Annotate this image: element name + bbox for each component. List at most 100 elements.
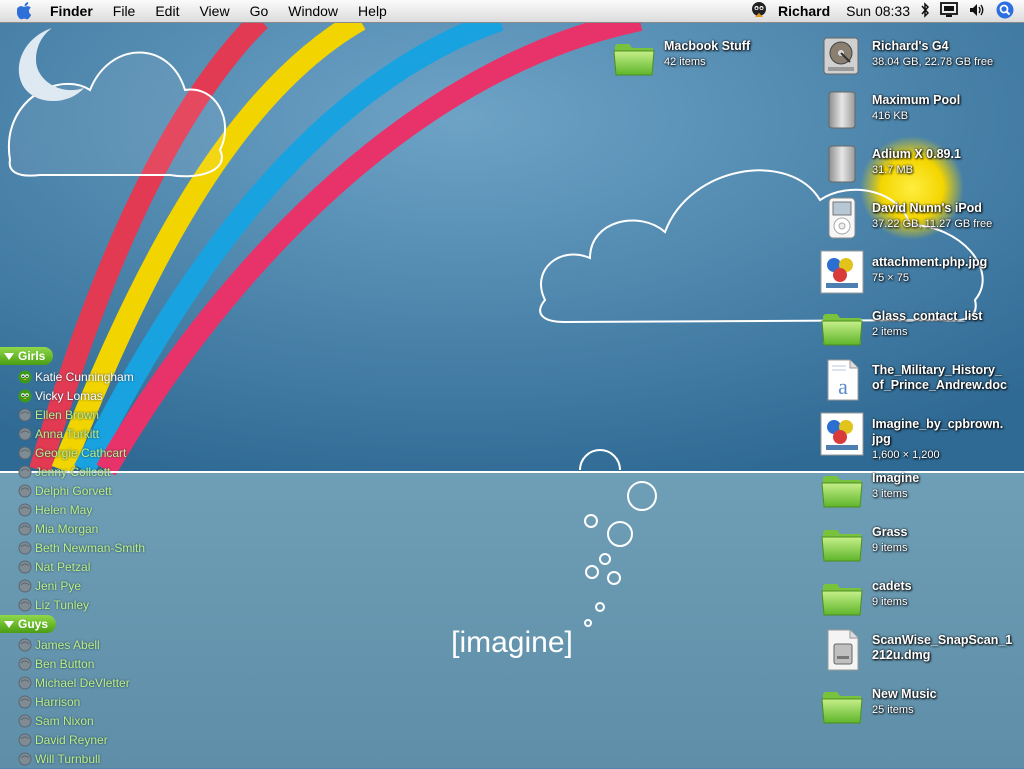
desktop-icon-item[interactable]: Imagine_by_cpbrown. jpg 1,600 × 1,200 <box>820 412 1024 462</box>
menu-help[interactable]: Help <box>348 0 397 22</box>
buddy-offline-icon <box>18 427 32 441</box>
desktop-icon-item[interactable]: Maximum Pool 416 KB <box>820 88 1024 138</box>
menu-view[interactable]: View <box>189 0 239 22</box>
menu-go[interactable]: Go <box>240 0 279 22</box>
desktop-icon-item[interactable]: Macbook Stuff 42 items <box>612 34 822 84</box>
buddy-list-item[interactable]: Delphi Gorvett <box>18 481 112 500</box>
buddy-list-item[interactable]: Georgie Cathcart <box>18 443 126 462</box>
desktop-icon-title[interactable]: Richard's G4 <box>872 39 1022 54</box>
apple-menu-icon[interactable] <box>14 1 36 21</box>
buddy-list-item[interactable]: Ben Button <box>18 654 94 673</box>
buddy-offline-icon <box>18 733 32 747</box>
clock[interactable]: Sun 08:33 <box>846 3 910 19</box>
folder-icon[interactable] <box>820 682 864 726</box>
buddy-name: Ben Button <box>35 656 95 671</box>
disk-image-icon[interactable] <box>820 88 864 132</box>
folder-icon[interactable] <box>820 520 864 564</box>
desktop-icon-title[interactable]: Grass <box>872 525 1022 540</box>
desktop-icon-item[interactable]: Richard's G4 38.04 GB, 22.78 GB free <box>820 34 1024 84</box>
buddy-list-item[interactable]: Nat Petzal <box>18 557 90 576</box>
desktop-icon-title[interactable]: Adium X 0.89.1 <box>872 147 1022 162</box>
desktop-icon-item[interactable]: Adium X 0.89.1 31.7 MB <box>820 142 1024 192</box>
folder-icon[interactable] <box>820 466 864 510</box>
buddy-list-item[interactable]: Mia Morgan <box>18 519 98 538</box>
dmg-file-icon[interactable] <box>820 628 864 672</box>
buddy-list-item[interactable]: David Reyner <box>18 730 108 749</box>
folder-icon[interactable] <box>612 34 656 78</box>
menu-edit[interactable]: Edit <box>145 0 189 22</box>
desktop-icon-subtitle: 37.22 GB, 11.27 GB free <box>872 218 993 230</box>
buddy-list-item[interactable]: Jeni Pye <box>18 576 81 595</box>
desktop-icon-title[interactable]: David Nunn's iPod <box>872 201 1022 216</box>
spotlight-search-icon[interactable] <box>996 1 1014 22</box>
buddy-name: Delphi Gorvett <box>35 483 112 498</box>
buddy-name: Beth Newman-Smith <box>35 540 146 555</box>
desktop-icon-title[interactable]: The_Military_History_ of_Prince_Andrew.d… <box>872 363 1022 393</box>
folder-icon[interactable] <box>820 574 864 618</box>
desktop-icon-item[interactable]: ScanWise_SnapScan_1 212u.dmg <box>820 628 1024 678</box>
desktop-icon-title[interactable]: attachment.php.jpg <box>872 255 1022 270</box>
buddy-list-item[interactable]: Beth Newman-Smith <box>18 538 145 557</box>
buddy-list-item[interactable]: James Abell <box>18 635 100 654</box>
buddy-list-item[interactable]: Sam Nixon <box>18 711 94 730</box>
buddy-group-header[interactable]: Guys <box>0 615 57 633</box>
desktop-icon-item[interactable]: Grass 9 items <box>820 520 1024 570</box>
desktop-icon-title[interactable]: New Music <box>872 687 1022 702</box>
desktop-icon-title[interactable]: Maximum Pool <box>872 93 1022 108</box>
app-menu-finder[interactable]: Finder <box>50 0 103 22</box>
disk-image-icon[interactable] <box>820 142 864 186</box>
desktop-icon-item[interactable]: cadets 9 items <box>820 574 1024 624</box>
buddy-offline-icon <box>18 503 32 517</box>
volume-icon[interactable] <box>968 2 986 21</box>
document-icon[interactable]: a <box>820 358 864 402</box>
display-icon[interactable] <box>940 1 958 21</box>
desktop-icon-title[interactable]: cadets <box>872 579 1022 594</box>
disclosure-triangle-icon[interactable] <box>4 352 14 360</box>
buddy-list-item[interactable]: Harrison <box>18 692 80 711</box>
buddy-list-item[interactable]: Liz Tunley <box>18 595 89 614</box>
buddy-list-item[interactable]: Vicky Lomas <box>18 386 103 405</box>
buddy-name: Vicky Lomas <box>35 388 103 403</box>
disclosure-triangle-icon[interactable] <box>4 620 14 628</box>
buddy-offline-icon <box>18 560 32 574</box>
ipod-icon[interactable] <box>820 196 864 240</box>
buddy-list-item[interactable]: Ellen Brown <box>18 405 99 424</box>
buddy-list-item[interactable]: Helen May <box>18 500 92 519</box>
desktop-icon-item[interactable]: Imagine 3 items <box>820 466 1024 516</box>
desktop-icon-title[interactable]: Imagine_by_cpbrown. jpg <box>872 417 1022 447</box>
desktop-icon-title[interactable]: Imagine <box>872 471 1022 486</box>
desktop-icon-item[interactable]: David Nunn's iPod 37.22 GB, 11.27 GB free <box>820 196 1024 246</box>
desktop-icon-subtitle: 31.7 MB <box>872 164 913 176</box>
buddy-offline-icon <box>18 579 32 593</box>
buddy-list-item[interactable]: Jenny Collcott <box>18 462 110 481</box>
buddy-offline-icon <box>18 714 32 728</box>
desktop-icon-item[interactable]: Glass_contact_list 2 items <box>820 304 1024 354</box>
buddy-name: Georgie Cathcart <box>35 445 127 460</box>
desktop-icon-item[interactable]: a The_Military_History_ of_Prince_Andrew.… <box>820 358 1024 408</box>
buddy-offline-icon <box>18 541 32 555</box>
desktop-icon-subtitle: 42 items <box>664 56 706 68</box>
bluetooth-icon[interactable] <box>920 1 930 21</box>
desktop-icon-title[interactable]: ScanWise_SnapScan_1 212u.dmg <box>872 633 1022 663</box>
hard-drive-icon[interactable] <box>820 34 864 78</box>
buddy-online-icon <box>18 389 32 403</box>
image-thumbnail-icon[interactable] <box>820 250 864 294</box>
folder-icon[interactable] <box>820 304 864 348</box>
desktop-icon-title[interactable]: Macbook Stuff <box>664 39 814 54</box>
desktop-icon-subtitle: 416 KB <box>872 110 909 122</box>
user-avatar-icon[interactable] <box>750 1 768 22</box>
buddy-name: Ellen Brown <box>35 407 100 422</box>
buddy-list-item[interactable]: Katie Cunningham <box>18 367 134 386</box>
menu-file[interactable]: File <box>103 0 146 22</box>
user-name[interactable]: Richard <box>778 3 830 19</box>
image-thumbnail-icon[interactable] <box>820 412 864 456</box>
buddy-list-item[interactable]: Michael DeVletter <box>18 673 130 692</box>
buddy-list-item[interactable]: Will Turnbull <box>18 749 100 768</box>
menu-window[interactable]: Window <box>278 0 348 22</box>
desktop-icon-item[interactable]: New Music 25 items <box>820 682 1024 732</box>
buddy-group-header[interactable]: Girls <box>0 347 54 365</box>
desktop-icon-title[interactable]: Glass_contact_list <box>872 309 1022 324</box>
buddy-list-item[interactable]: Anna Turkitt <box>18 424 99 443</box>
desktop-icon-subtitle: 9 items <box>872 596 908 608</box>
desktop-icon-item[interactable]: attachment.php.jpg 75 × 75 <box>820 250 1024 300</box>
